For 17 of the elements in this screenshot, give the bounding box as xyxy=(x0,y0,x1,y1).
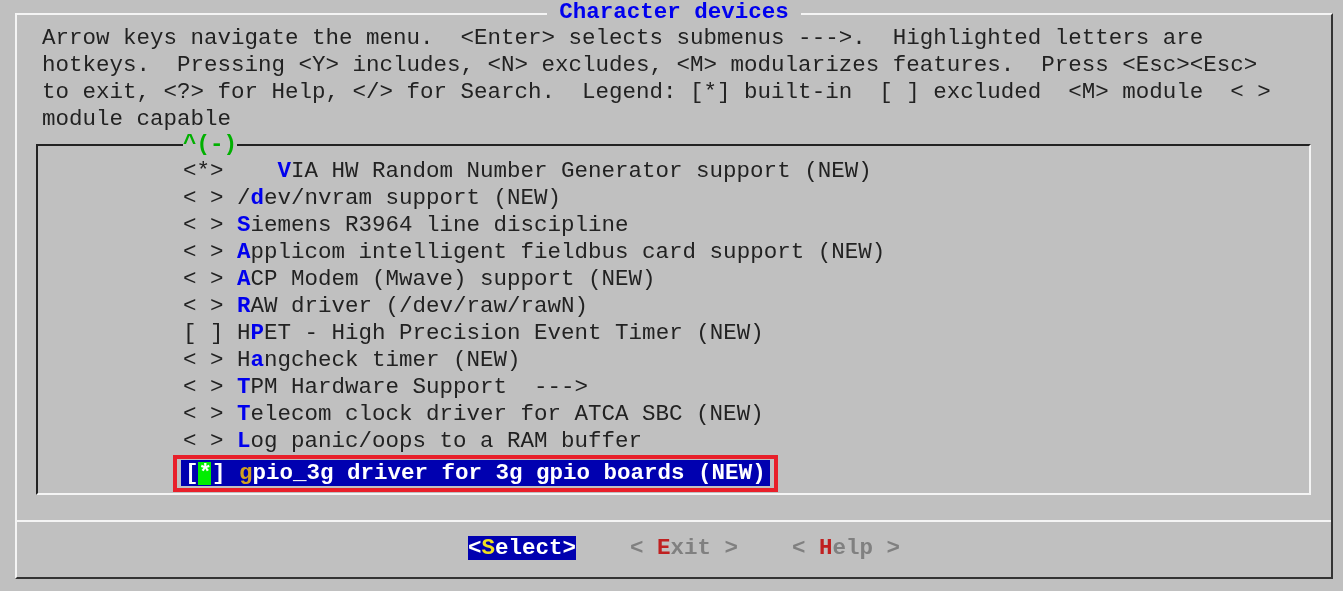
dialog-button[interactable]: <Select> xyxy=(467,536,576,560)
menu-item[interactable]: < > Applicom intelligent fieldbus card support (NEW) xyxy=(183,239,886,266)
scroll-indicator: ^(-) xyxy=(183,131,237,158)
menu-item[interactable]: < > RAW driver (/dev/raw/rawN) xyxy=(183,293,589,320)
menu-item[interactable]: < > Siemens R3964 line discipline xyxy=(183,212,629,239)
help-text: Arrow keys navigate the menu. <Enter> selects submenus --->. Highlighted letters are xyxy=(42,25,1205,52)
menu-item[interactable]: < > Log panic/oops to a RAM buffer xyxy=(183,428,643,455)
menu-item[interactable]: < > Hangcheck timer (NEW) xyxy=(183,347,521,374)
menu-item[interactable]: [ ] HPET - High Precision Event Timer (NEW) xyxy=(183,320,764,347)
menu-item[interactable]: < > /dev/nvram support (NEW) xyxy=(183,185,562,212)
menu-item[interactable]: < > TPM Hardware Support ---> xyxy=(183,374,589,401)
help-text: module capable xyxy=(42,106,233,133)
menu-item[interactable]: < > Telecom clock driver for ATCA SBC (NEW) xyxy=(183,401,764,428)
help-text: to exit, <?> for Help, </> for Search. Legend: [*] built-in [ ] excluded <M> module < > xyxy=(42,79,1272,106)
help-text: hotkeys. Pressing <Y> includes, <N> excludes, <M> modularizes features. Press <Esc><Esc> xyxy=(42,52,1259,79)
menu-item[interactable]: <*> VIA HW Random Number Generator support (NEW) xyxy=(183,158,872,185)
menu-item[interactable]: < > ACP Modem (Mwave) support (NEW) xyxy=(183,266,656,293)
